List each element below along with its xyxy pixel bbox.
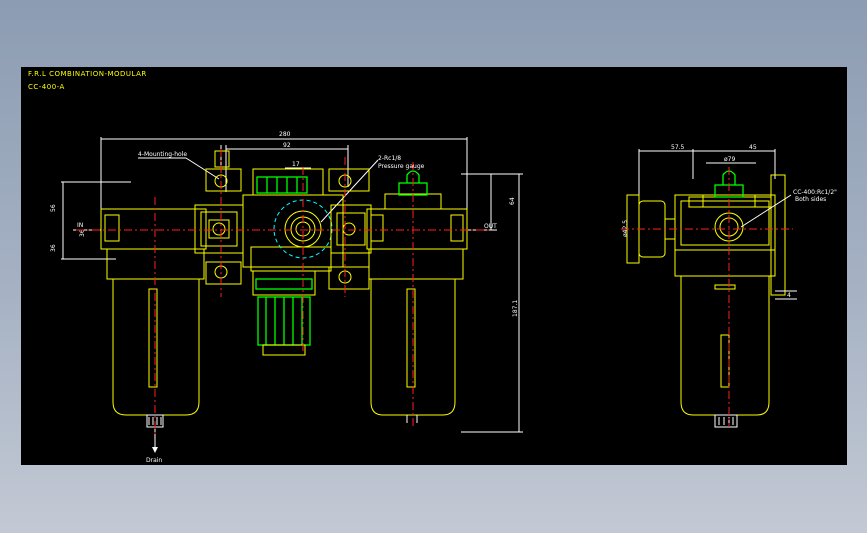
dim-56: 56: [50, 204, 57, 212]
mounting-hole-label: 4-Mounting-hole: [138, 151, 187, 158]
dim-57-5: 57.5: [671, 144, 685, 151]
connector-left: [194, 145, 244, 285]
regulator-unit: [242, 168, 344, 356]
dim-187: 187.1: [512, 300, 519, 317]
dim-92: 92: [283, 142, 291, 149]
drain-label: Drain: [146, 457, 162, 464]
drawing-title: F.R.L COMBINATION-MODULAR: [28, 70, 147, 78]
dim-4: 4: [787, 292, 791, 299]
dim-36b: 36: [50, 244, 57, 252]
dim-280: 280: [279, 131, 291, 138]
dim-64: 64: [509, 197, 516, 205]
filter-unit: Drain: [100, 208, 207, 464]
dim-17: 17: [292, 161, 300, 168]
connector-right: [328, 168, 372, 290]
gauge-port-sublabel: Pressure gauge: [378, 163, 425, 170]
drawing-model-code: CC-400-A: [28, 83, 65, 91]
dim-79: ø79: [724, 156, 735, 163]
cad-drawing: F.R.L COMBINATION-MODULAR CC-400-A 280 9…: [28, 70, 837, 464]
side-view: 57.5 45 ø79 ø42.5 4 CC-400:Rc1/2" Both s…: [621, 144, 837, 428]
gauge-port-label: 2-Rc1/8: [378, 155, 401, 162]
drawing-viewport[interactable]: F.R.L COMBINATION-MODULAR CC-400-A 280 9…: [21, 67, 847, 465]
dim-45: 45: [749, 144, 757, 151]
lubricator-unit: [366, 170, 468, 423]
port-note-label: CC-400:Rc1/2": [793, 189, 837, 196]
front-view: 280 92 17 4-Mounting-hole 2-Rc1/8 Pressu…: [50, 131, 523, 464]
dim-42-5: ø42.5: [622, 220, 629, 237]
port-note-sublabel: Both sides: [795, 196, 826, 203]
port-in-label: IN: [77, 222, 83, 229]
